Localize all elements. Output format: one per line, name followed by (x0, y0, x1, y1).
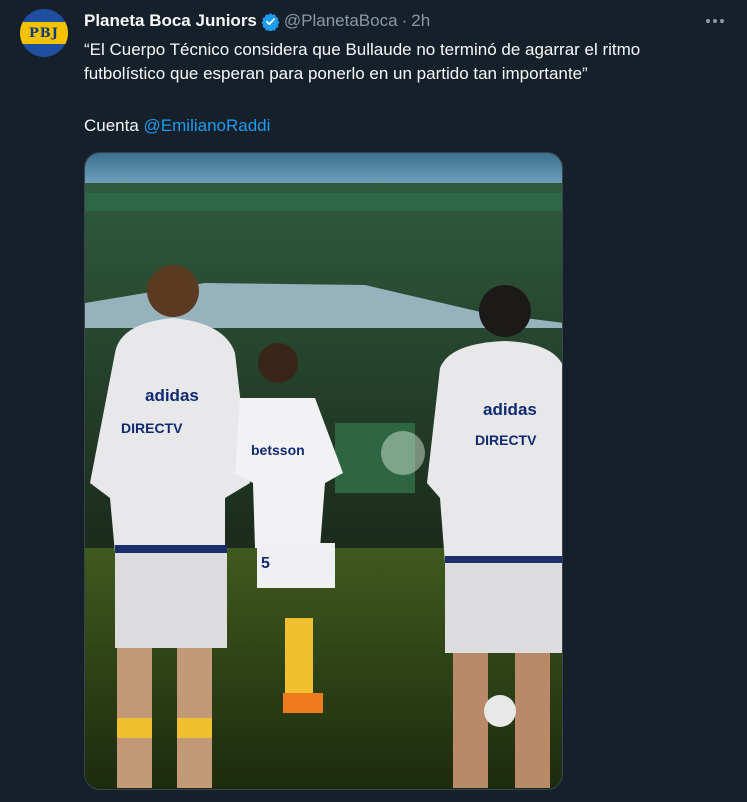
photo-image: adidas DIRECTV betsson 5 adidas DIRECTV (85, 153, 562, 789)
tweet-header: Planeta Boca Juniors @PlanetaBoca · 2h (84, 10, 430, 32)
timestamp[interactable]: 2h (411, 11, 430, 31)
player-right-sponsor: DIRECTV (475, 432, 537, 448)
display-name[interactable]: Planeta Boca Juniors (84, 11, 257, 31)
more-options-icon[interactable] (700, 10, 730, 32)
player-left-brand: adidas (145, 386, 199, 405)
tweet-body: “El Cuerpo Técnico considera que Bullaud… (84, 40, 641, 83)
tweet-photo[interactable]: adidas DIRECTV betsson 5 adidas DIRECTV (84, 152, 563, 790)
avatar[interactable]: PBJ (20, 9, 68, 57)
tweet-credit: Cuenta @EmilianoRaddi (84, 114, 270, 138)
tweet-text: “El Cuerpo Técnico considera que Bullaud… (84, 38, 724, 86)
player-left-sponsor: DIRECTV (121, 420, 183, 436)
handle[interactable]: @PlanetaBoca (284, 11, 398, 31)
verified-badge-icon (261, 12, 280, 31)
mention-link[interactable]: @EmilianoRaddi (144, 116, 271, 135)
avatar-logo-text: PBJ (29, 25, 59, 41)
avatar-logo: PBJ (20, 22, 68, 44)
separator-dot: · (401, 11, 408, 30)
credit-prefix: Cuenta (84, 116, 144, 135)
player-center-number: 5 (261, 555, 270, 572)
player-center-sponsor: betsson (251, 442, 305, 458)
football (484, 695, 516, 727)
player-right-brand: adidas (483, 400, 537, 419)
